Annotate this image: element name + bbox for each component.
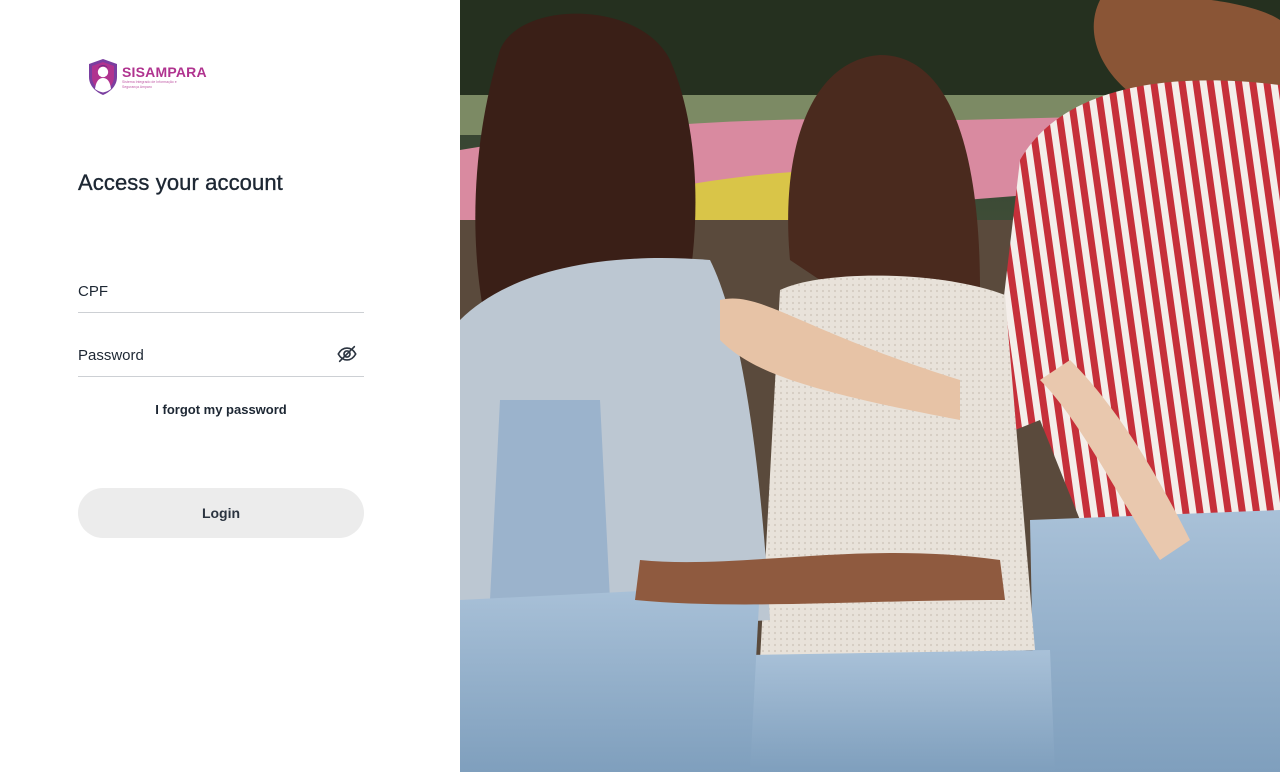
brand-logo: SISAMPARA Sistema Integrado de Informaçã… <box>86 56 216 98</box>
woman-silhouette-shield-icon <box>89 59 117 95</box>
page-title: Access your account <box>78 170 283 195</box>
cpf-field-wrapper <box>78 273 364 313</box>
three-women-embracing-photo <box>460 0 1280 772</box>
password-field-wrapper <box>78 337 364 377</box>
login-panel: SISAMPARA Sistema Integrado de Informaçã… <box>0 0 460 772</box>
password-input[interactable] <box>78 337 328 373</box>
eye-off-icon[interactable] <box>336 343 358 365</box>
cpf-input[interactable] <box>78 273 364 309</box>
brand-name: SISAMPARA <box>122 64 207 80</box>
login-button[interactable]: Login <box>78 488 364 538</box>
hero-illustration <box>460 0 1280 772</box>
forgot-password-link[interactable]: I forgot my password <box>78 402 364 417</box>
login-page: SISAMPARA Sistema Integrado de Informaçã… <box>0 0 1280 772</box>
brand-tagline: Sistema Integrado de Informação e Segura… <box>122 80 177 89</box>
